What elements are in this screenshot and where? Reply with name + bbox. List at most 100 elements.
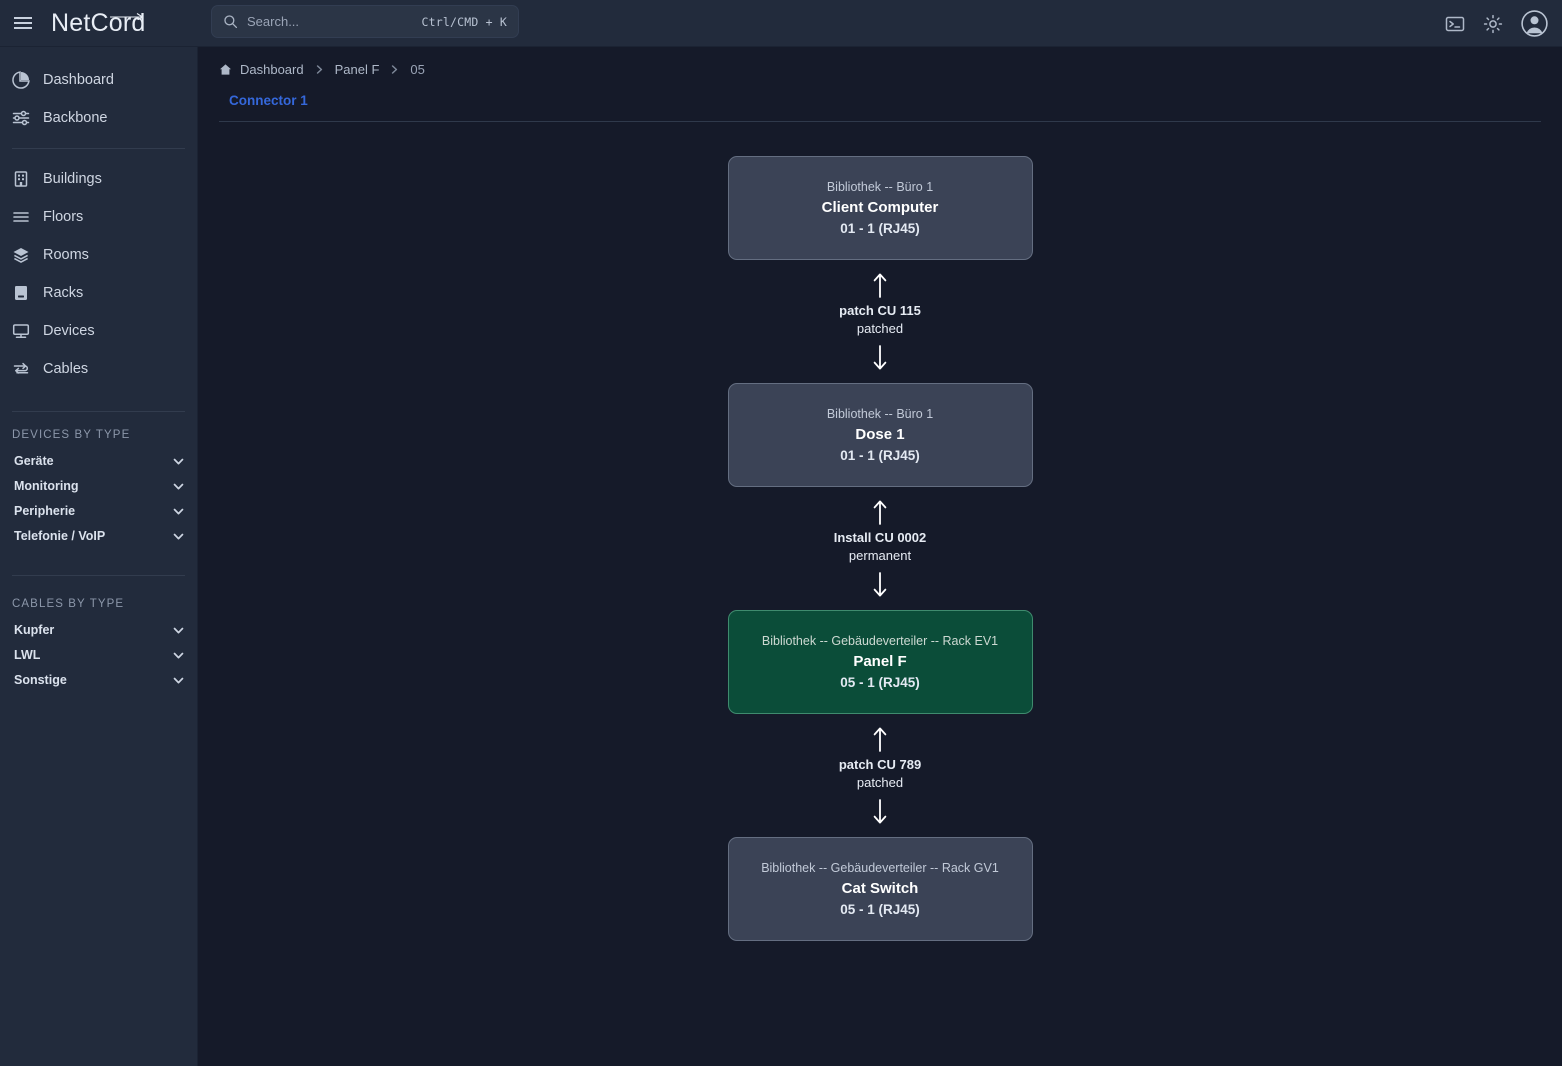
sidebar: Dashboard Backbone <box>0 47 198 1066</box>
terminal-icon[interactable] <box>1445 14 1465 34</box>
sidebar-group-telefonie-voip[interactable]: Telefonie / VoIP <box>0 525 197 547</box>
arrow-down-icon <box>872 572 888 598</box>
flow-link-status: patched <box>857 321 903 336</box>
sidebar-group-sonstige[interactable]: Sonstige <box>0 669 197 691</box>
flow-node-title: Panel F <box>853 653 906 670</box>
chevron-down-icon <box>172 480 185 493</box>
flow-node-location: Bibliothek -- Büro 1 <box>827 180 933 194</box>
sidebar-item-label: Racks <box>43 285 83 301</box>
sidebar-item-label: Buildings <box>43 171 102 187</box>
sidebar-item-racks[interactable]: Racks <box>0 274 197 312</box>
sidebar-group-label: Geräte <box>14 454 54 468</box>
sidebar-item-dashboard[interactable]: Dashboard <box>0 61 197 99</box>
sidebar-group-kupfer[interactable]: Kupfer <box>0 619 197 641</box>
breadcrumb-item-05: 05 <box>410 62 424 77</box>
vector-arrow-icon <box>109 12 145 20</box>
sidebar-group-label: Sonstige <box>14 673 67 687</box>
breadcrumb: Dashboard Panel F 05 <box>198 47 1562 77</box>
top-bar: NetCord Search... Ctrl/CMD + K <box>0 0 1562 47</box>
main-content: Dashboard Panel F 05 Connector 1 Bibliot… <box>198 47 1562 1066</box>
sidebar-group-geraete[interactable]: Geräte <box>0 450 197 472</box>
chevron-down-icon <box>172 649 185 662</box>
cables-icon <box>11 360 30 379</box>
flow-node-client-computer[interactable]: Bibliothek -- Büro 1 Client Computer 01 … <box>728 156 1033 260</box>
stack-icon <box>11 246 30 265</box>
sidebar-divider <box>12 575 185 576</box>
sidebar-group-label: Telefonie / VoIP <box>14 529 105 543</box>
flow-node-port: 05 - 1 (RJ45) <box>840 675 920 690</box>
arrow-up-icon <box>872 499 888 525</box>
search-shortcut-hint: Ctrl/CMD + K <box>422 15 507 29</box>
sidebar-group-label: Monitoring <box>14 479 79 493</box>
sidebar-divider <box>12 411 185 412</box>
flow-link-install-cu-0002[interactable]: Install CU 0002 permanent <box>834 487 927 610</box>
sidebar-group-peripherie[interactable]: Peripherie <box>0 500 197 522</box>
arrow-up-icon <box>872 726 888 752</box>
sidebar-item-floors[interactable]: Floors <box>0 198 197 236</box>
app-logo[interactable]: NetCord <box>51 9 146 38</box>
flow-node-location: Bibliothek -- Gebäudeverteiler -- Rack E… <box>762 634 998 648</box>
sidebar-item-label: Cables <box>43 361 88 377</box>
flow-link-label: Install CU 0002 <box>834 530 927 545</box>
sidebar-divider <box>12 148 185 149</box>
sidebar-group-lwl[interactable]: LWL <box>0 644 197 666</box>
flow-node-cat-switch[interactable]: Bibliothek -- Gebäudeverteiler -- Rack G… <box>728 837 1033 941</box>
chevron-down-icon <box>172 530 185 543</box>
sidebar-group-label: LWL <box>14 648 40 662</box>
sidebar-group-label: Peripherie <box>14 504 75 518</box>
building-icon <box>11 170 30 189</box>
chevron-down-icon <box>172 455 185 468</box>
connection-path-diagram: Bibliothek -- Büro 1 Client Computer 01 … <box>198 156 1562 941</box>
pie-chart-icon <box>11 71 30 90</box>
tab-connector-1[interactable]: Connector 1 <box>219 93 318 108</box>
sidebar-item-backbone[interactable]: Backbone <box>0 99 197 137</box>
flow-node-dose-1[interactable]: Bibliothek -- Büro 1 Dose 1 01 - 1 (RJ45… <box>728 383 1033 487</box>
search-icon <box>223 14 238 29</box>
rack-icon <box>11 284 30 303</box>
sidebar-section-devices-heading: DEVICES BY TYPE <box>0 423 197 450</box>
flow-link-patch-cu-789[interactable]: patch CU 789 patched <box>839 714 921 837</box>
breadcrumb-item-dashboard[interactable]: Dashboard <box>240 62 304 77</box>
sidebar-item-rooms[interactable]: Rooms <box>0 236 197 274</box>
flow-link-status: permanent <box>849 548 911 563</box>
sidebar-group-monitoring[interactable]: Monitoring <box>0 475 197 497</box>
arrow-down-icon <box>872 345 888 371</box>
flow-link-patch-cu-115[interactable]: patch CU 115 patched <box>839 260 921 383</box>
sidebar-section-cables-heading: CABLES BY TYPE <box>0 587 197 619</box>
hamburger-menu-icon[interactable] <box>0 0 46 47</box>
flow-node-title: Cat Switch <box>842 880 919 897</box>
top-bar-actions <box>1445 0 1548 47</box>
home-icon[interactable] <box>219 63 232 76</box>
flow-node-location: Bibliothek -- Büro 1 <box>827 407 933 421</box>
chevron-right-icon <box>390 65 399 74</box>
breadcrumb-item-panel-f[interactable]: Panel F <box>335 62 380 77</box>
sidebar-item-cables[interactable]: Cables <box>0 350 197 388</box>
flow-link-label: patch CU 789 <box>839 757 921 772</box>
sidebar-item-buildings[interactable]: Buildings <box>0 160 197 198</box>
search-box[interactable]: Search... Ctrl/CMD + K <box>211 5 519 38</box>
sidebar-item-label: Devices <box>43 323 95 339</box>
chevron-right-icon <box>315 65 324 74</box>
flow-node-port: 05 - 1 (RJ45) <box>840 902 920 917</box>
flow-node-port: 01 - 1 (RJ45) <box>840 221 920 236</box>
search-input[interactable]: Search... <box>247 14 422 29</box>
layers-lines-icon <box>11 208 30 227</box>
sidebar-item-label: Dashboard <box>43 72 114 88</box>
sidebar-item-devices[interactable]: Devices <box>0 312 197 350</box>
sidebar-item-label: Rooms <box>43 247 89 263</box>
sidebar-group-label: Kupfer <box>14 623 54 637</box>
flow-node-title: Client Computer <box>822 199 939 216</box>
flow-link-label: patch CU 115 <box>839 303 921 318</box>
chevron-down-icon <box>172 624 185 637</box>
arrow-down-icon <box>872 799 888 825</box>
chevron-down-icon <box>172 505 185 518</box>
sidebar-item-label: Backbone <box>43 110 108 126</box>
sidebar-item-label: Floors <box>43 209 83 225</box>
arrow-up-icon <box>872 272 888 298</box>
chevron-down-icon <box>172 674 185 687</box>
user-avatar[interactable] <box>1521 10 1548 37</box>
flow-node-panel-f[interactable]: Bibliothek -- Gebäudeverteiler -- Rack E… <box>728 610 1033 714</box>
brightness-icon[interactable] <box>1483 14 1503 34</box>
flow-node-port: 01 - 1 (RJ45) <box>840 448 920 463</box>
monitor-icon <box>11 322 30 341</box>
